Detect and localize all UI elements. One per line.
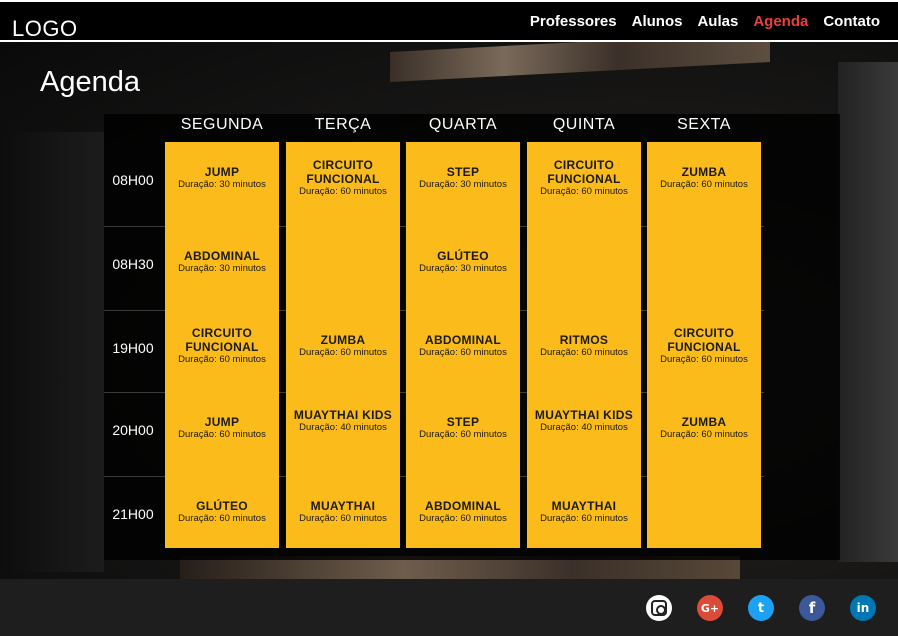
class-duration: Duração: 60 minutos [419,429,507,440]
time-label: 21H00 [112,506,154,522]
linkedin-icon[interactable]: in [850,595,876,621]
class-duration: Duração: 60 minutos [660,429,748,440]
class-name: ABDOMINAL [183,249,261,263]
class-duration: Duração: 60 minutos [540,513,628,524]
class-duration: Duração: 30 minutos [178,263,266,274]
day-header-segunda: SEGUNDA [180,116,264,133]
class-duration: Duração: 60 minutos [299,513,387,524]
class-name: MUAYTHAI [551,499,617,513]
day-header-quinta: QUINTA [552,116,616,133]
nav-link-professores[interactable]: Professores [530,13,617,30]
nav-link-alunos[interactable]: Alunos [632,13,683,30]
class-slot[interactable]: ZUMBA Duração: 60 minutos [647,415,761,441]
class-slot[interactable]: JUMP Duração: 30 minutos [165,165,279,191]
class-slot[interactable]: STEP Duração: 60 minutos [406,415,520,441]
logo[interactable]: LOGO [12,16,78,42]
schedule-table: SEGUNDA TERÇA QUARTA QUINTA SEXTA 08H00 08H30 1… [104,114,840,560]
day-column-quinta: CIRCUITO FUNCIONAL Duração: 60 minutos RIT… [527,142,641,548]
class-duration: Duração: 60 minutos [540,347,628,358]
day-column-sexta: ZUMBA Duração: 60 minutos CIRCUITO FUNCION… [647,142,761,548]
nav-link-agenda[interactable]: Agenda [753,13,808,30]
class-name: MUAYTHAI [310,499,376,513]
class-name: ZUMBA [681,165,727,179]
class-slot[interactable]: ZUMBA Duração: 60 minutos [647,165,761,191]
class-slot[interactable]: ABDOMINAL Duração: 60 minutos [406,333,520,359]
instagram-icon[interactable] [646,595,672,621]
class-duration: Duração: 60 minutos [419,513,507,524]
time-label: 08H00 [112,172,154,188]
class-name: JUMP [204,415,240,429]
main-nav: Professores Alunos Aulas Agenda Contato [530,13,880,30]
twitter-icon[interactable]: t [748,595,774,621]
class-slot[interactable]: ABDOMINAL Duração: 30 minutos [165,249,279,275]
nav-link-aulas[interactable]: Aulas [697,13,738,30]
day-header-terca: TERÇA [314,116,372,133]
class-slot[interactable]: CIRCUITO FUNCIONAL Duração: 60 minutos [527,158,641,198]
class-name: MUAYTHAI KIDS [534,408,634,422]
class-slot[interactable]: CIRCUITO FUNCIONAL Duração: 60 minutos [647,326,761,366]
class-name: CIRCUITO FUNCIONAL [306,158,380,186]
class-slot[interactable]: GLÚTEO Duração: 60 minutos [165,499,279,525]
class-duration: Duração: 60 minutos [178,429,266,440]
class-duration: Duração: 60 minutos [540,186,628,197]
class-duration: Duração: 30 minutos [178,179,266,190]
class-slot[interactable]: MUAYTHAI Duração: 60 minutos [527,499,641,525]
class-name: GLÚTEO [196,499,248,513]
time-label: 20H00 [112,422,154,438]
facebook-icon[interactable]: f [799,595,825,621]
site-footer: G+ t f in [0,579,898,636]
day-header-quarta: QUARTA [428,116,498,133]
google-plus-icon[interactable]: G+ [697,595,723,621]
ring-post-left [0,132,104,572]
class-duration: Duração: 60 minutos [299,347,387,358]
time-label: 19H00 [112,340,154,356]
class-name: CIRCUITO FUNCIONAL [667,326,741,354]
page-title: Agenda [40,66,140,98]
class-name: ABDOMINAL [424,499,502,513]
class-slot[interactable]: CIRCUITO FUNCIONAL Duração: 60 minutos [286,158,400,198]
class-duration: Duração: 30 minutos [419,263,507,274]
class-name: ZUMBA [681,415,727,429]
class-duration: Duração: 60 minutos [178,354,266,365]
time-label: 08H30 [112,256,154,272]
class-slot[interactable]: MUAYTHAI Duração: 60 minutos [286,499,400,525]
class-name: RITMOS [559,333,609,347]
class-name: STEP [446,415,480,429]
class-name: STEP [446,165,480,179]
day-column-quarta: STEP Duração: 30 minutos GLÚTEO Duração: 30… [406,142,520,548]
class-duration: Duração: 60 minutos [299,186,387,197]
class-duration: Duração: 40 minutos [540,422,628,433]
ring-rope-top [390,42,770,82]
class-name: ZUMBA [320,333,366,347]
class-slot[interactable]: MUAYTHAI KIDS Duração: 40 minutos [286,408,400,434]
class-name: CIRCUITO FUNCIONAL [185,326,259,354]
class-name: ABDOMINAL [424,333,502,347]
day-header-sexta: SEXTA [677,116,731,133]
class-slot[interactable]: ZUMBA Duração: 60 minutos [286,333,400,359]
class-name: JUMP [204,165,240,179]
class-duration: Duração: 40 minutos [299,422,387,433]
class-slot[interactable]: MUAYTHAI KIDS Duração: 40 minutos [527,408,641,434]
class-slot[interactable]: GLÚTEO Duração: 30 minutos [406,249,520,275]
ring-post-right [838,62,898,562]
class-duration: Duração: 60 minutos [660,179,748,190]
class-slot[interactable]: STEP Duração: 30 minutos [406,165,520,191]
class-slot[interactable]: ABDOMINAL Duração: 60 minutos [406,499,520,525]
day-column-terca: CIRCUITO FUNCIONAL Duração: 60 minutos ZUM… [286,142,400,548]
day-column-segunda: JUMP Duração: 30 minutos ABDOMINAL Duração:… [165,142,279,548]
class-duration: Duração: 30 minutos [419,179,507,190]
class-name: CIRCUITO FUNCIONAL [547,158,621,186]
class-slot[interactable]: JUMP Duração: 60 minutos [165,415,279,441]
class-name: GLÚTEO [437,249,489,263]
class-duration: Duração: 60 minutos [660,354,748,365]
site-header: LOGO Professores Alunos Aulas Agenda Con… [0,0,898,42]
class-duration: Duração: 60 minutos [178,513,266,524]
class-name: MUAYTHAI KIDS [293,408,393,422]
class-slot[interactable]: RITMOS Duração: 60 minutos [527,333,641,359]
class-slot[interactable]: CIRCUITO FUNCIONAL Duração: 60 minutos [165,326,279,366]
nav-link-contato[interactable]: Contato [823,13,880,30]
class-duration: Duração: 60 minutos [419,347,507,358]
